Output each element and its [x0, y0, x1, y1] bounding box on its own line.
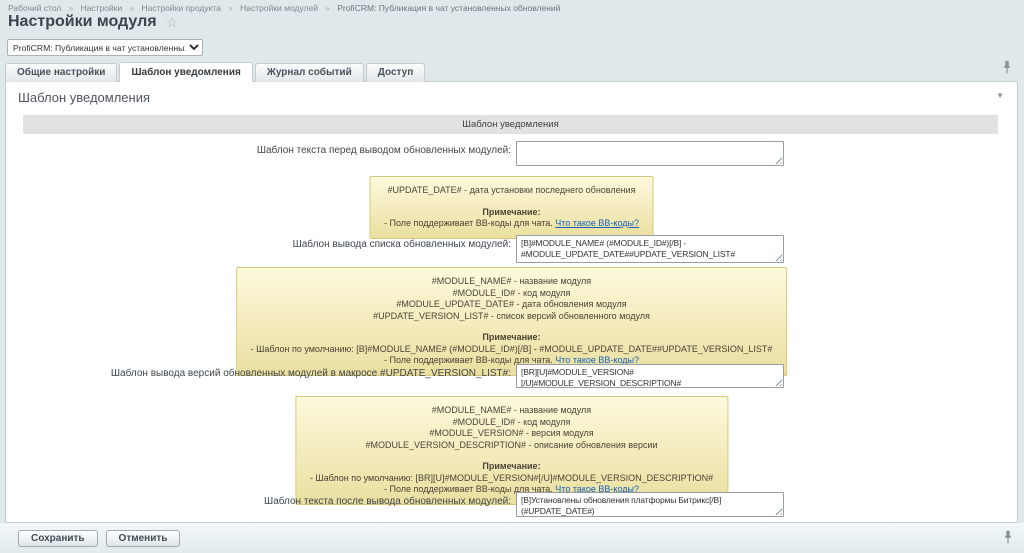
- favorite-star-icon[interactable]: ☆: [166, 15, 179, 29]
- breadcrumb-separator-icon: »: [228, 4, 232, 13]
- pin-icon[interactable]: [1004, 530, 1012, 549]
- note-title: Примечание:: [251, 332, 773, 344]
- versions-template-input[interactable]: [BR][U]#MODULE_VERSION#[/U]#MODULE_VERSI…: [516, 364, 784, 388]
- section-heading: Шаблон уведомления: [18, 90, 150, 105]
- breadcrumb-item-desktop[interactable]: Рабочий стол: [8, 3, 61, 13]
- breadcrumb: Рабочий стол » Настройки » Настройки про…: [8, 3, 560, 13]
- bb-codes-help-link[interactable]: Что такое BB-коды?: [555, 218, 639, 228]
- note-macro-line: #MODULE_UPDATE_DATE# - дата обновления м…: [251, 299, 773, 311]
- field-after-text-wrap: [B]Установлены обновления платформы Битр…: [516, 492, 784, 517]
- note-macro-line: #UPDATE_DATE# - дата установки последнег…: [384, 185, 639, 197]
- note-macro-line: #MODULE_NAME# - название модуля: [251, 276, 773, 288]
- note-macro-line: #MODULE_VERSION_DESCRIPTION# - описание …: [310, 440, 713, 452]
- note-macro-line: #MODULE_VERSION# - версия модуля: [310, 428, 713, 440]
- tab-bar: Общие настройки Шаблон уведомления Журна…: [5, 62, 425, 82]
- field-label-modules-list: Шаблон вывода списка обновленных модулей…: [6, 239, 511, 250]
- tab-event-log[interactable]: Журнал событий: [255, 63, 364, 82]
- module-select[interactable]: ProfiCRM: Публикация в чат установленных…: [7, 39, 203, 56]
- breadcrumb-item-settings[interactable]: Настройки: [81, 3, 123, 13]
- note-macro-line: #UPDATE_VERSION_LIST# - список версий об…: [251, 311, 773, 323]
- info-note-versions: #MODULE_NAME# - название модуля #MODULE_…: [295, 396, 728, 505]
- pin-icon[interactable]: [1003, 60, 1011, 79]
- note-macro-line: #MODULE_NAME# - название модуля: [310, 405, 713, 417]
- breadcrumb-item-product-settings[interactable]: Настройки продукта: [141, 3, 220, 13]
- page-title: Настройки модуля: [8, 13, 157, 31]
- note-macro-line: #MODULE_ID# - код модуля: [310, 417, 713, 429]
- save-button[interactable]: Сохранить: [18, 530, 98, 547]
- tab-access[interactable]: Доступ: [366, 63, 426, 82]
- field-before-text-wrap: [516, 141, 784, 166]
- note-bb-text: - Поле поддерживает BB-коды для чата.: [384, 218, 553, 228]
- field-versions-wrap: [BR][U]#MODULE_VERSION#[/U]#MODULE_VERSI…: [516, 364, 784, 388]
- breadcrumb-separator-icon: »: [130, 4, 134, 13]
- breadcrumb-item-current: ProfiCRM: Публикация в чат установленных…: [337, 3, 560, 13]
- note-default-line: - Шаблон по умолчанию: [BR][U]#MODULE_VE…: [310, 473, 713, 485]
- field-modules-list-wrap: [B]#MODULE_NAME# (#MODULE_ID#)[/B] - #MO…: [516, 235, 784, 263]
- field-label-before-text: Шаблон текста перед выводом обновленных …: [6, 145, 511, 156]
- module-settings-page: Рабочий стол » Настройки » Настройки про…: [0, 0, 1024, 553]
- collapse-section-icon[interactable]: ▼: [996, 91, 1004, 100]
- before-text-template-input[interactable]: [516, 141, 784, 166]
- breadcrumb-item-module-settings[interactable]: Настройки модулей: [240, 3, 318, 13]
- tab-notification-template[interactable]: Шаблон уведомления: [119, 62, 252, 82]
- modules-list-template-input[interactable]: [B]#MODULE_NAME# (#MODULE_ID#)[/B] - #MO…: [516, 235, 784, 263]
- field-label-after-text: Шаблон текста после вывода обновленных м…: [6, 496, 511, 507]
- after-text-template-input[interactable]: [B]Установлены обновления платформы Битр…: [516, 492, 784, 517]
- info-note-update-date: #UPDATE_DATE# - дата установки последнег…: [369, 176, 654, 239]
- cancel-button[interactable]: Отменить: [106, 530, 181, 547]
- title-row: Настройки модуля ☆: [8, 13, 178, 31]
- footer-buttons: Сохранить Отменить: [18, 530, 180, 547]
- note-default-line: - Шаблон по умолчанию: [B]#MODULE_NAME# …: [251, 344, 773, 356]
- note-title: Примечание:: [384, 207, 639, 219]
- note-macro-line: #MODULE_ID# - код модуля: [251, 288, 773, 300]
- info-note-modules-list: #MODULE_NAME# - название модуля #MODULE_…: [236, 267, 788, 376]
- form-section-bar: Шаблон уведомления: [23, 115, 998, 134]
- breadcrumb-separator-icon: »: [325, 4, 329, 13]
- field-label-versions: Шаблон вывода версий обновленных модулей…: [6, 368, 511, 379]
- tab-general-settings[interactable]: Общие настройки: [5, 63, 117, 82]
- note-title: Примечание:: [310, 461, 713, 473]
- note-bb-line: - Поле поддерживает BB-коды для чата. Чт…: [384, 218, 639, 230]
- breadcrumb-separator-icon: »: [69, 4, 73, 13]
- settings-form-panel: Шаблон уведомления ▼ Шаблон уведомления …: [5, 81, 1018, 523]
